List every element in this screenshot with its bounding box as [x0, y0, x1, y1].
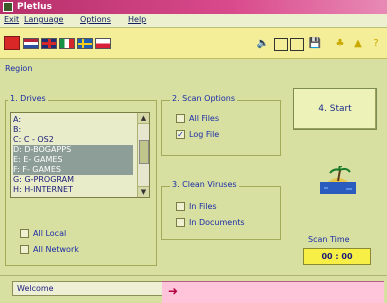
window-icon[interactable] [274, 38, 288, 51]
menu-bar: Exit Language Options Help [0, 14, 387, 28]
all-network-label: All Network [33, 245, 79, 254]
flag-uk-icon[interactable] [41, 38, 57, 49]
flag-italy-icon[interactable] [59, 38, 75, 49]
in-files-label: In Files [189, 202, 217, 211]
flag-poland-icon[interactable] [95, 38, 111, 49]
tree-icon[interactable]: ♣ [333, 37, 347, 50]
drive-row-d[interactable]: D: D-BOGAPPS [13, 145, 133, 155]
all-files-checkbox[interactable] [176, 114, 185, 123]
all-files-label: All Files [189, 114, 220, 123]
exit-icon[interactable] [4, 36, 20, 50]
drive-row-b[interactable]: B: [13, 125, 133, 135]
drive-row-c[interactable]: C: C - OS2 [13, 135, 133, 145]
save-icon[interactable]: 💾 [308, 37, 322, 50]
help-icon[interactable]: ? [369, 37, 383, 50]
shape-icon[interactable]: ▲ [351, 37, 365, 50]
drive-list-scrollbar[interactable]: ▲ ▼ [137, 113, 149, 197]
drive-row-h[interactable]: H: H-INTERNET [13, 185, 133, 195]
scroll-thumb[interactable] [139, 140, 149, 164]
log-file-checkbox[interactable]: ✓ [176, 130, 185, 139]
in-documents-checkbox[interactable] [176, 218, 185, 227]
scan-time-label: Scan Time [308, 235, 350, 244]
scroll-up-icon[interactable]: ▲ [138, 113, 149, 124]
menu-language[interactable]: Language [24, 15, 63, 24]
in-files-checkbox[interactable] [176, 202, 185, 211]
drive-row-e[interactable]: E: E- GAMES [13, 155, 133, 165]
clean-viruses-group [161, 186, 281, 240]
app-icon [3, 2, 13, 12]
flag-sweden-icon[interactable] [77, 38, 93, 49]
all-local-label: All Local [33, 229, 67, 238]
scroll-down-icon[interactable]: ▼ [138, 186, 149, 197]
scan-options-group [161, 100, 281, 156]
title-bar: Pletlus [0, 0, 387, 14]
scan-options-title: 2. Scan Options [170, 94, 238, 103]
clean-viruses-title: 3. Clean Viruses [170, 180, 239, 189]
section-label: Region [5, 64, 33, 73]
scan-time-value: 00 : 00 [303, 248, 371, 265]
drive-list[interactable]: A: B: C: C - OS2 D: D-BOGAPPS E: E- GAME… [10, 112, 150, 198]
start-button[interactable]: 4. Start [293, 88, 377, 130]
drives-group-title: 1. Drives [8, 94, 48, 103]
status-text: Welcome [12, 281, 168, 296]
app-window: Pletlus Exit Language Options Help 🔈 💾 ♣… [0, 0, 387, 303]
drive-row-g[interactable]: G: G-PROGRAM [13, 175, 133, 185]
flag-netherlands-icon[interactable] [23, 38, 39, 49]
all-local-checkbox[interactable] [20, 229, 29, 238]
menu-options[interactable]: Options [80, 15, 111, 24]
status-bar: Welcome ➜ [0, 275, 387, 303]
log-file-label: Log File [189, 130, 220, 139]
window-title: Pletlus [17, 2, 52, 12]
arrow-icon: ➜ [168, 284, 179, 298]
status-panel: ➜ [162, 281, 384, 303]
all-network-checkbox[interactable] [20, 245, 29, 254]
menu-help[interactable]: Help [128, 15, 146, 24]
toolbar: 🔈 💾 ♣ ▲ ? [0, 28, 387, 59]
menu-exit[interactable]: Exit [4, 15, 19, 24]
document-icon[interactable] [290, 38, 304, 51]
speaker-icon[interactable]: 🔈 [256, 37, 270, 50]
drive-row-a[interactable]: A: [13, 115, 133, 125]
in-documents-label: In Documents [189, 218, 245, 227]
drive-row-f[interactable]: F: F- GAMES [13, 165, 133, 175]
island-icon [320, 165, 356, 194]
